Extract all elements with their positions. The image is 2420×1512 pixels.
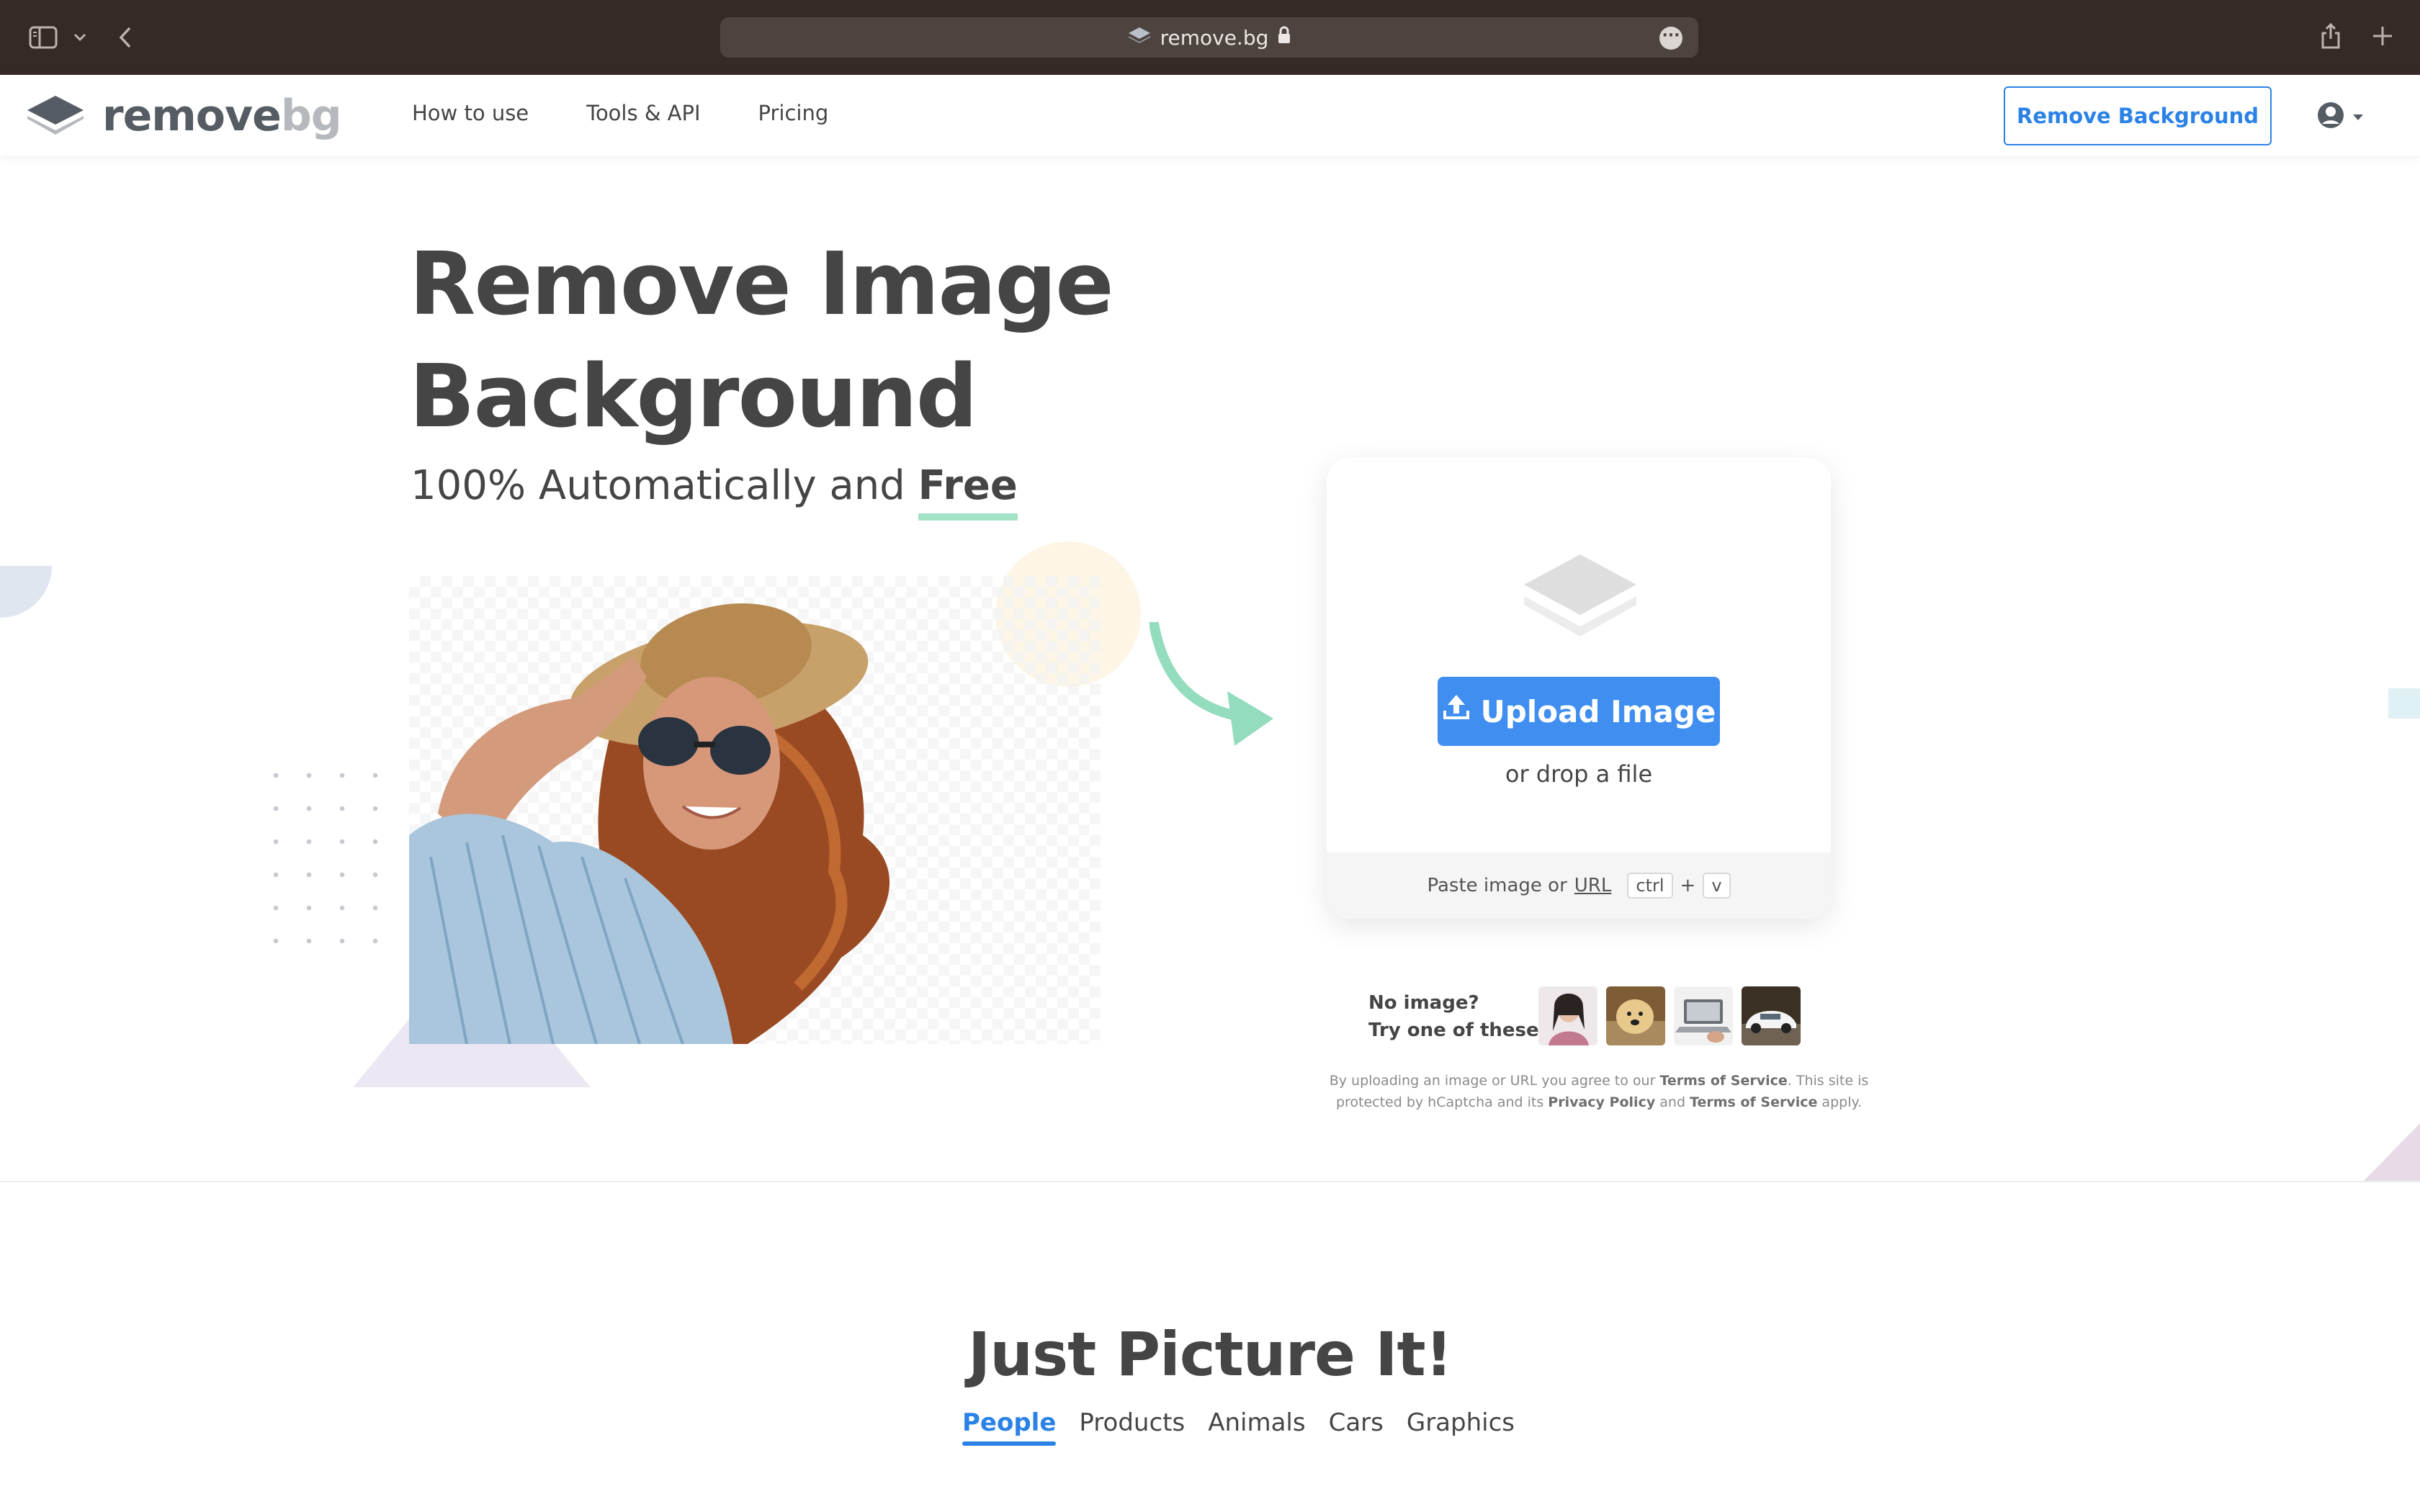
sample-prompt-line1: No image? — [1368, 992, 1479, 1014]
tab-graphics[interactable]: Graphics — [1407, 1408, 1515, 1437]
upload-card[interactable]: Upload Image or drop a file Paste image … — [1327, 458, 1831, 919]
more-options-icon[interactable]: ··· — [1659, 27, 1682, 50]
upload-image-label: Upload Image — [1480, 693, 1716, 729]
category-tabs: People Products Animals Cars Graphics — [962, 1408, 1515, 1446]
paste-bar: Paste image or URL ctrl + v — [1327, 852, 1831, 919]
logo-word-remove: remove — [102, 91, 282, 141]
decor-triangle-right — [2362, 1123, 2420, 1185]
legal-text-4: apply. — [1817, 1094, 1863, 1110]
logo-word-bg: bg — [280, 91, 342, 141]
v-key: v — [1703, 873, 1731, 899]
sidebar-toggle-icon[interactable] — [27, 23, 59, 52]
upload-image-button[interactable]: Upload Image — [1438, 677, 1720, 746]
decor-rect-right — [2388, 688, 2420, 719]
chevron-down-icon[interactable] — [71, 27, 89, 48]
legal-notice: By uploading an image or URL you agree t… — [1325, 1070, 1873, 1113]
section-title: Just Picture It! — [968, 1319, 1453, 1390]
sample-thumb-car[interactable] — [1742, 986, 1801, 1045]
sample-thumbnails — [1538, 986, 1801, 1045]
hero-title-line1: Remove Image — [409, 235, 1114, 335]
hero-title-line2: Background — [409, 347, 978, 447]
address-url: remove.bg — [1160, 25, 1269, 50]
layers-icon — [1521, 552, 1639, 644]
privacy-policy-link[interactable]: Privacy Policy — [1548, 1094, 1655, 1110]
hero-subtitle-free: Free — [918, 462, 1018, 509]
tab-animals[interactable]: Animals — [1208, 1408, 1305, 1437]
tab-cars[interactable]: Cars — [1329, 1408, 1384, 1437]
curved-arrow-icon — [1149, 618, 1276, 755]
hero-subtitle-text: 100% Automatically and — [411, 462, 918, 509]
remove-background-button[interactable]: Remove Background — [2004, 86, 2272, 145]
paste-text: Paste image or — [1427, 875, 1567, 896]
hero-subtitle: 100% Automatically and Free — [411, 462, 1018, 509]
terms-of-service-link[interactable]: Terms of Service — [1659, 1073, 1787, 1089]
sample-thumb-laptop[interactable] — [1674, 986, 1733, 1045]
legal-text-3: and — [1655, 1094, 1690, 1110]
address-bar[interactable]: remove.bg ··· — [720, 17, 1698, 58]
account-menu[interactable] — [2316, 101, 2364, 132]
ctrl-key: ctrl — [1627, 873, 1673, 899]
plus-sign: + — [1680, 875, 1696, 896]
drop-file-text: or drop a file — [1505, 760, 1653, 788]
tab-products[interactable]: Products — [1079, 1408, 1185, 1437]
share-icon[interactable] — [2318, 20, 2344, 52]
legal-text-1: By uploading an image or URL you agree t… — [1329, 1073, 1660, 1089]
paste-url-link[interactable]: URL — [1574, 875, 1612, 896]
logo[interactable]: removebg — [24, 91, 342, 141]
sample-prompt: No image? Try one of these: — [1368, 989, 1546, 1044]
nav-tools-api[interactable]: Tools & API — [586, 101, 700, 125]
nav-how-to-use[interactable]: How to use — [412, 101, 529, 125]
upload-icon — [1442, 693, 1471, 729]
site-header: removebg How to use Tools & API Pricing … — [0, 75, 2420, 156]
sample-prompt-line2: Try one of these: — [1368, 1020, 1547, 1041]
decor-dot-grid — [259, 759, 403, 968]
logo-layers-icon — [24, 91, 86, 140]
back-icon[interactable] — [115, 22, 135, 53]
sample-thumb-woman[interactable] — [1538, 986, 1597, 1045]
decor-semicircle-left — [0, 566, 53, 622]
browser-toolbar: remove.bg ··· — [0, 0, 2420, 75]
user-icon — [2316, 101, 2345, 132]
nav-pricing[interactable]: Pricing — [758, 101, 829, 125]
site-favicon-icon — [1127, 26, 1152, 50]
hcaptcha-terms-link[interactable]: Terms of Service — [1690, 1094, 1817, 1110]
section-divider — [0, 1181, 2420, 1182]
main-nav: How to use Tools & API Pricing — [412, 101, 828, 125]
lock-icon — [1277, 26, 1291, 50]
new-tab-icon[interactable] — [2370, 23, 2396, 49]
hero-title: Remove Image Background — [409, 229, 1114, 454]
hero-sample-photo — [409, 598, 1028, 1045]
tab-people[interactable]: People — [962, 1408, 1057, 1446]
caret-down-icon — [2352, 110, 2364, 124]
sample-thumb-dog[interactable] — [1606, 986, 1665, 1045]
